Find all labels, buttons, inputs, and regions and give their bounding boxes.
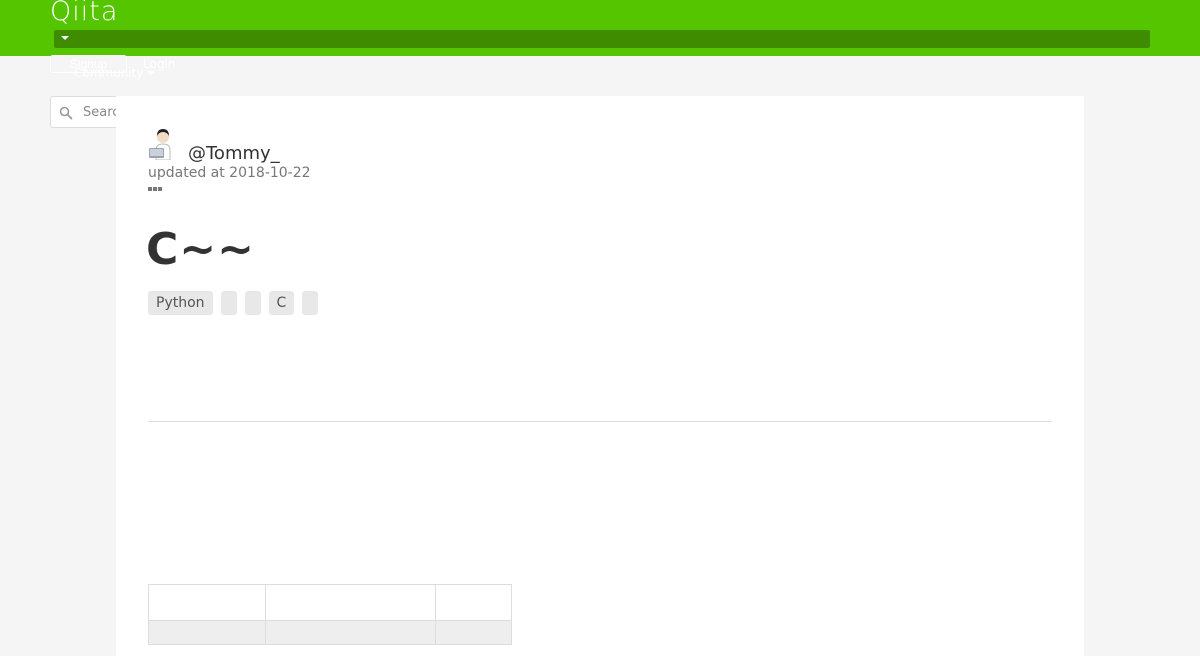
search-icon (59, 106, 73, 120)
table-cell (265, 620, 436, 645)
tag[interactable]: C (268, 291, 295, 315)
avatar[interactable] (148, 128, 176, 160)
caret-down-icon[interactable] (60, 33, 70, 43)
tag[interactable]: Python (148, 291, 213, 315)
more-icon[interactable] (148, 186, 164, 192)
chevron-down-icon (147, 71, 156, 75)
table-header-cell (265, 584, 436, 621)
author-username[interactable]: @Tommy_ (188, 142, 280, 166)
table-cell (435, 620, 512, 645)
header-nav-bar[interactable] (54, 30, 1150, 48)
tag[interactable] (244, 291, 261, 315)
header: Qiita (0, 0, 1200, 56)
table-header-cell (435, 584, 512, 621)
table-row (148, 620, 512, 645)
article-card: @Tommy_ updated at 2018-10-22 C~~ Python… (116, 96, 1084, 656)
table-cell (148, 620, 266, 645)
community-menu[interactable]: Community (74, 65, 156, 81)
article-title: C~~ (146, 224, 256, 275)
updated-date: updated at 2018-10-22 (148, 165, 311, 181)
tag-list: Python C (148, 291, 319, 315)
community-label: Community (74, 66, 144, 80)
divider (148, 421, 1052, 422)
article-table (148, 584, 512, 645)
table-header-cell (148, 584, 266, 621)
qiita-logo[interactable]: Qiita (50, 0, 118, 29)
table-header-row (148, 584, 512, 621)
tag[interactable] (302, 291, 319, 315)
tag[interactable] (220, 291, 237, 315)
